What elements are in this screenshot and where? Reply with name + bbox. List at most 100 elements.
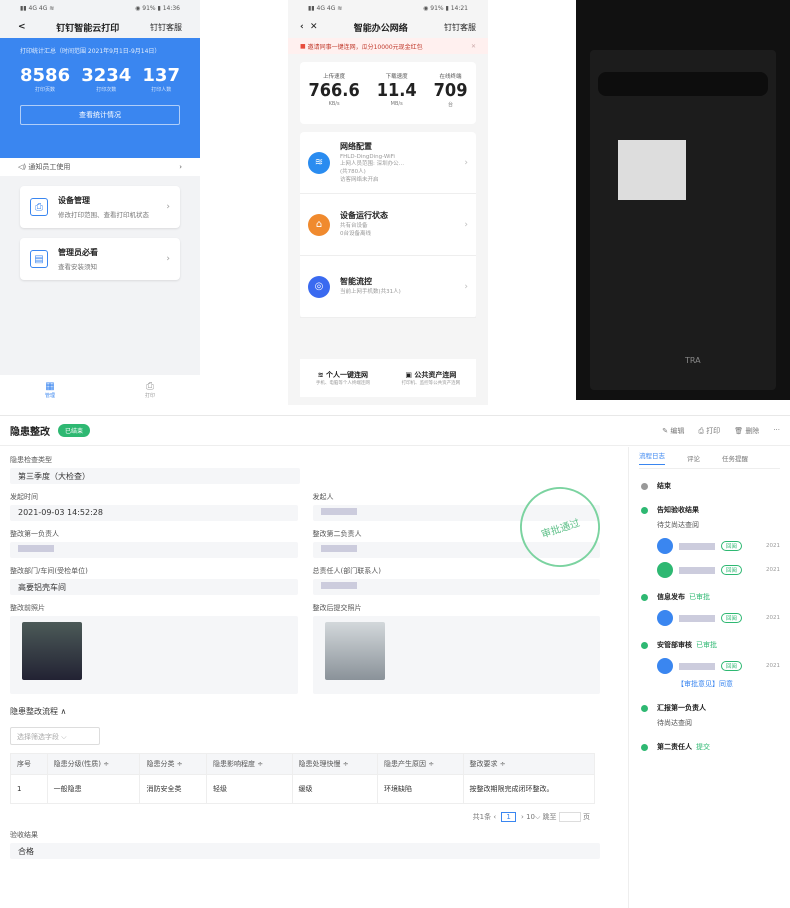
signal-indicator: ▮▮ 4G 4G ≋ [20,4,55,12]
bottom-actions: ≋ 个人一键连网 手机、电脑等个人终端连网 ▣ 公共资产连网 打印机、监控等公共资产… [300,359,476,397]
printer-icon: ⎙ [30,198,48,216]
summary-caption: 打印统计汇总（时间范围 2021年9月1日-9月14日） [20,48,161,55]
time-label: 发起时间 [10,493,38,501]
flow-control-item[interactable]: ◎ 智能流控 当前上网手机数(共31人) › [300,256,476,318]
tab-reminders[interactable]: 任务提醒 [722,453,748,463]
customer-service-link[interactable]: 钉钉客服 [444,22,476,33]
chevron-right-icon: › [464,157,468,168]
edit-icon: ✎ [662,426,669,435]
admin-guide-card[interactable]: ▤ 管理员必看 查看安装须知 › [20,238,180,280]
before-photo[interactable] [22,622,82,680]
flow-icon: ◎ [308,275,330,298]
timeline-node: 结束 [639,481,780,491]
timeline-node: 第二责任人 提交 [639,742,780,752]
page-button[interactable]: 1 [501,812,516,822]
network-config-item[interactable]: ≋ 网络配置 FHLD-DingDing-WiFi 上网人员范围: 深圳办公… (共… [300,132,476,194]
chevron-right-icon: › [166,254,170,264]
page-title: 智能办公网络 [353,23,408,34]
avatar [657,658,673,674]
pagination: 共1条 ‹ 1 › 10⌵ 跳至 页 [472,812,590,822]
more-button[interactable]: ··· [773,426,780,436]
close-icon[interactable]: ✕ [310,22,318,32]
flow-section-toggle[interactable]: 隐患整改流程 ∧ [10,706,600,717]
app-header: 隐患整改 已结束 ✎ 编辑 ⎙ 打印 🗑 删除 ··· [0,416,790,446]
invite-banner[interactable]: ■ 邀请同事一键连网，瓜分10000元现金红包 ✕ [288,38,488,54]
table-row: 1 一般隐患 消防安全类 轻级 缓级 环境缺陷 按整改期限完成闭环整改。 [10,774,595,804]
battery-time: ◉ 91% ▮ 14:36 [135,4,180,12]
status-bar: ▮▮ 4G 4G ≋ ◉ 91% ▮ 14:36 [0,0,200,16]
front-ports [598,72,768,96]
stat-pages: 8586 打印页数 [20,65,71,93]
timeline-node: 安管部审核 已审批 回阅 2021 【审批意见】同意 [639,640,780,689]
device-management-card[interactable]: ⎙ 设备管理 修改打印范围、查看打印机状态 › [20,186,180,228]
personal-connect-button[interactable]: ≋ 个人一键连网 手机、电脑等个人终端连网 [316,370,370,386]
tab-print[interactable]: ⎙ 打印 [145,381,155,399]
type-value: 第三季度（大检查） [10,468,300,484]
customer-service-link[interactable]: 钉钉客服 [150,22,182,33]
time-value: 2021-09-03 14:52:28 [10,505,298,521]
page-size-select[interactable]: 10⌵ [526,813,540,821]
timeline-node: 告知验收结果 待艾尚达查阅 回阅 2021 回阅 2021 [639,505,780,578]
print-icon: ⎙ [698,426,704,435]
chevron-right-icon: › [166,202,170,212]
tab-manage[interactable]: ▦ 管理 [45,381,55,399]
asset-connect-button[interactable]: ▣ 公共资产连网 打印机、监控等公共资产连网 [402,370,461,386]
router-icon: ⌂ [308,213,330,236]
edit-button[interactable]: ✎ 编辑 [662,426,684,436]
stat-times: 3234 打印次数 [81,65,132,93]
device-label [618,140,686,200]
timeline-node: 汇报第一负责人 待尚达查阅 [639,703,780,728]
nav-bar: ‹ ✕ 智能办公网络 钉钉客服 [288,16,488,38]
approval-opinion: 【审批意见】同意 [677,680,733,688]
filter-select[interactable]: 选择筛选字段 ⌵ [10,727,100,745]
avatar [657,562,673,578]
after-photo-label: 整改后提交照片 [312,604,362,612]
phone-screenshot-print: ▮▮ 4G 4G ≋ ◉ 91% ▮ 14:36 < 钉钉智能云打印 钉钉客服 打… [0,0,200,405]
tab-bar: ▦ 管理 ⎙ 打印 [0,375,200,405]
close-icon: ✕ [470,42,476,50]
wifi-icon: ≋ [317,371,327,379]
tab-process-log[interactable]: 流程日志 [639,450,665,465]
phone-screenshot-network: ▮▮ 4G 4G ≋ ◉ 91% ▮ 14:21 ‹ ✕ 智能办公网络 钉钉客服 … [288,0,488,405]
pc-case: TRA [590,50,776,390]
trash-icon: 🗑 [734,426,744,435]
back-button[interactable]: < [18,22,26,32]
device-photo: TRA [576,0,790,400]
after-photo[interactable] [324,622,385,680]
delete-button[interactable]: 🗑 删除 [734,426,759,436]
hazard-table: 序号 隐患分级(性质) ÷ 隐患分类 ÷ 隐患影响程度 ÷ 隐患处理快慢 ÷ 隐患产生原因… [10,753,595,804]
chevron-right-icon: › [464,219,468,230]
online-terminals: 在线终端 709 台 [433,74,468,108]
result-label: 验收结果 [10,831,38,839]
download-speed: 下载速度 11.4 MB/s [376,74,417,107]
chevron-right-icon: › [464,281,468,292]
speaker-icon: ◁) [18,163,29,171]
avatar [657,538,673,554]
dept-label: 整改部门/车间(受检单位) [10,567,88,575]
chevron-down-icon: ⌵ [61,733,67,741]
nav-bar: < 钉钉智能云打印 钉钉客服 [0,16,200,38]
network-menu: ≋ 网络配置 FHLD-DingDing-WiFi 上网人员范围: 深圳办公… (共… [300,132,476,318]
tab-comments[interactable]: 评论 [687,453,700,463]
back-icon[interactable]: ‹ [300,22,304,32]
device-status-item[interactable]: ⌂ 设备运行状态 共有台设备 0台设备离线 › [300,194,476,256]
grid-icon: ▦ [45,381,55,392]
status-bar: ▮▮ 4G 4G ≋ ◉ 91% ▮ 14:21 [308,4,468,12]
form-panel: 隐患检查类型 第三季度（大检查） 发起时间 2021-09-03 14:52:28… [0,447,611,908]
gift-icon: ■ [300,42,306,50]
stat-users: 137 打印人数 [142,65,180,93]
page-title: 隐患整改 [10,427,50,438]
hazard-rectification-app: 隐患整改 已结束 ✎ 编辑 ⎙ 打印 🗑 删除 ··· 隐患检查类型 第三季度（… [0,415,790,908]
result-value: 合格 [10,843,600,859]
owner1-label: 整改第一负责人 [10,530,59,538]
jump-input[interactable] [558,812,581,822]
view-stats-button[interactable]: 查看统计情况 [20,105,180,125]
print-button[interactable]: ⎙ 打印 [698,426,720,436]
table-header: 序号 隐患分级(性质) ÷ 隐患分类 ÷ 隐患影响程度 ÷ 隐患处理快慢 ÷ 隐患产生原因… [10,753,595,775]
type-label: 隐患检查类型 [10,456,52,464]
print-icon: ⎙ [145,381,154,392]
notify-employees-row[interactable]: ◁) 通知员工使用 › [0,158,200,176]
brand-logo: TRA [685,356,701,365]
upload-speed: 上传速度 766.6 KB/s [308,74,360,107]
status-badge: 已结束 [58,424,91,437]
